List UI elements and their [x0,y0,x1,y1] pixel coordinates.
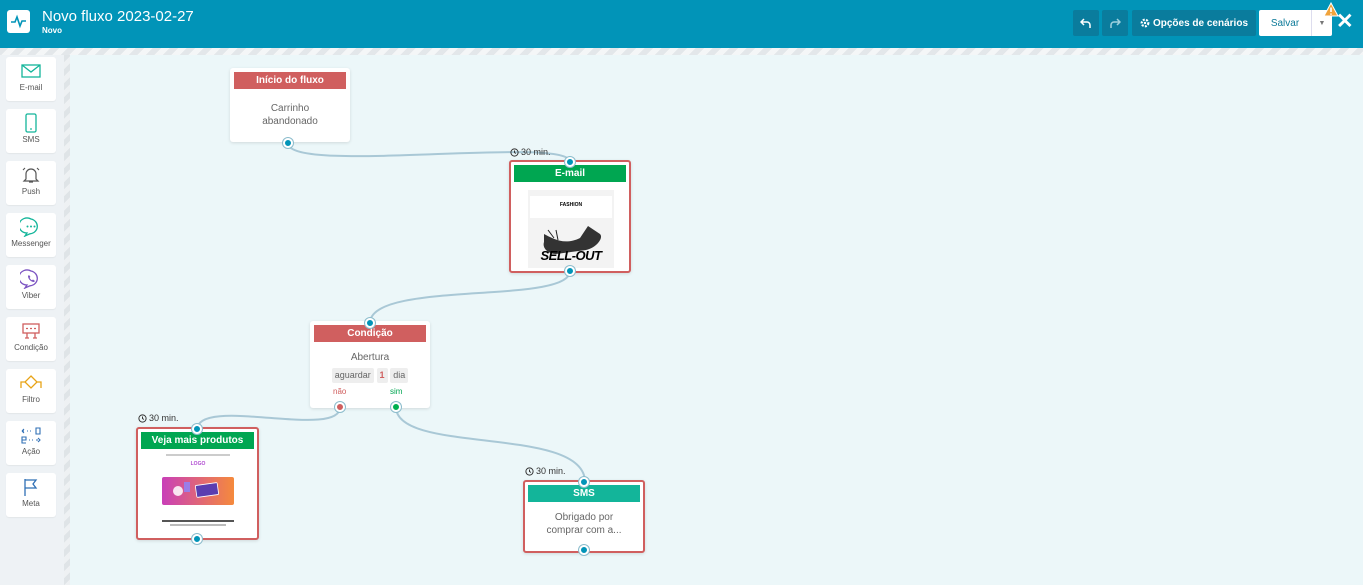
sms-output-port[interactable] [579,545,589,555]
connection-email-condition [369,270,571,324]
condition-wait: aguardar 1 dia [310,368,430,383]
email-preview-headline: SELL-OUT [540,248,603,263]
yes-branch-label: sim [390,387,403,396]
products-node-header: Veja mais produtos [141,432,254,449]
clock-icon [138,413,147,423]
condition-node[interactable]: Condição Abertura aguardar 1 dia não sim [310,321,430,408]
sms-node-header: SMS [528,485,640,502]
start-node-header: Início do fluxo [234,72,346,89]
sms-node[interactable]: SMS Obrigado por comprar com a... [523,480,645,553]
start-output-port[interactable] [283,138,293,148]
start-node[interactable]: Início do fluxo Carrinho abandonado [230,68,350,142]
preview-line [166,454,230,456]
no-branch-label: não [333,387,347,396]
email-node-header: E-mail [514,165,626,182]
products-output-port[interactable] [192,534,202,544]
products-input-port[interactable] [192,424,202,434]
email-preview-brand: FASHION [530,196,612,218]
sms-message-preview: Obrigado por comprar com a... [546,512,622,536]
clock-icon [525,466,534,476]
wait-value[interactable]: 1 [376,368,388,383]
email-node[interactable]: E-mail FASHION SELL-OUT [509,160,631,273]
wait-label: aguardar [331,368,374,383]
email-delay-label: 30 min. [521,147,551,157]
preview-line [162,520,234,522]
condition-type: Abertura [350,352,390,363]
condition-input-port[interactable] [365,318,375,328]
sms-delay: 30 min. [525,466,566,476]
products-delay-label: 30 min. [149,413,179,423]
clock-icon [510,147,519,157]
products-preview-thumbnail: LOGO [156,453,240,531]
wait-unit: dia [390,368,409,383]
email-preview-thumbnail: FASHION SELL-OUT [528,190,614,268]
email-input-port[interactable] [565,157,575,167]
preview-line [170,524,226,526]
condition-no-port[interactable] [335,402,345,412]
sms-input-port[interactable] [579,477,589,487]
products-banner-image [162,477,234,505]
condition-yes-port[interactable] [391,402,401,412]
preview-logo: LOGO [190,461,206,467]
products-email-node[interactable]: Veja mais produtos LOGO [136,427,259,540]
email-output-port[interactable] [565,266,575,276]
start-node-trigger: Carrinho abandonado [262,103,318,127]
products-delay: 30 min. [138,413,179,423]
sms-delay-label: 30 min. [536,466,566,476]
email-delay: 30 min. [510,147,551,157]
